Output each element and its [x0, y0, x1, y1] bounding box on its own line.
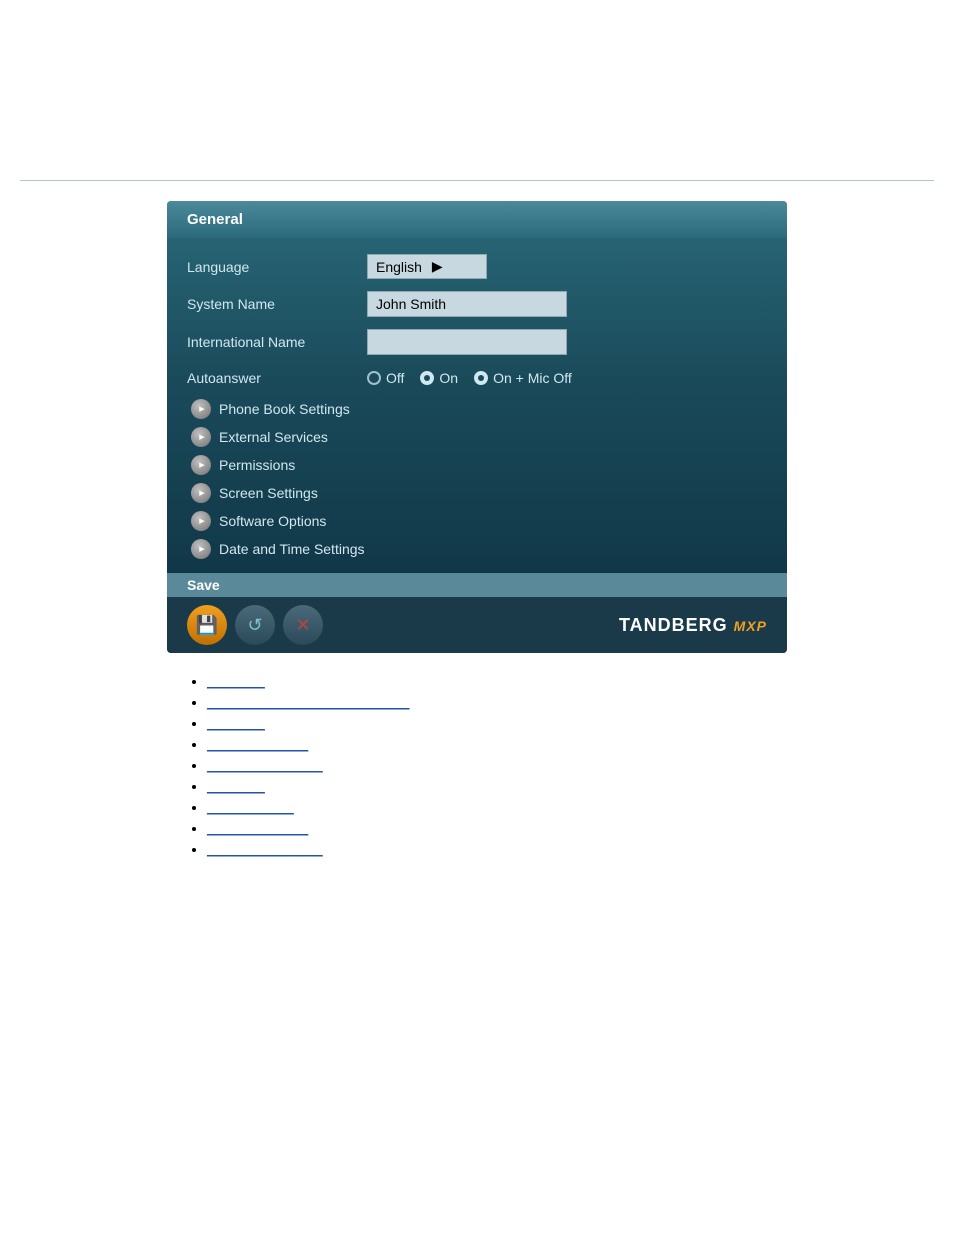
close-button[interactable]: ✕ [283, 605, 323, 645]
phone-book-settings-icon [191, 399, 211, 419]
international-name-input[interactable] [367, 329, 567, 355]
list-item: ____________________________ [207, 694, 787, 710]
external-services-label: External Services [219, 429, 328, 445]
screen-settings-item[interactable]: Screen Settings [167, 479, 787, 507]
list-item: ________ [207, 673, 787, 689]
panel-body: Language English ▶ System Name Internati… [167, 238, 787, 573]
brand-name: TANDBERG [619, 615, 728, 635]
software-options-label: Software Options [219, 513, 326, 529]
permissions-item[interactable]: Permissions [167, 451, 787, 479]
external-services-item[interactable]: External Services [167, 423, 787, 451]
autoanswer-off-option[interactable]: Off [367, 370, 404, 386]
permissions-icon [191, 455, 211, 475]
external-services-icon [191, 427, 211, 447]
phone-book-settings-item[interactable]: Phone Book Settings [167, 395, 787, 423]
autoanswer-on-mic-off-option[interactable]: On + Mic Off [474, 370, 572, 386]
autoanswer-value-area: Off On On + Mic Off [367, 370, 767, 386]
settings-panel: General Language English ▶ System Name [167, 201, 787, 653]
autoanswer-radio-group: Off On On + Mic Off [367, 370, 572, 386]
panel-title: General [187, 211, 243, 228]
link-9[interactable]: ________________ [207, 842, 323, 857]
autoanswer-on-option[interactable]: On [420, 370, 458, 386]
brand-logo: TANDBERG MXP [619, 615, 767, 636]
autoanswer-off-radio[interactable] [367, 371, 381, 385]
list-item: ________ [207, 778, 787, 794]
autoanswer-on-label: On [439, 370, 458, 386]
autoanswer-on-mic-off-label: On + Mic Off [493, 370, 572, 386]
language-value: English [376, 259, 422, 275]
system-name-input[interactable] [367, 291, 567, 317]
date-time-settings-label: Date and Time Settings [219, 541, 365, 557]
reset-button[interactable]: ↺ [235, 605, 275, 645]
screen-settings-icon [191, 483, 211, 503]
link-4[interactable]: ______________ [207, 737, 308, 752]
save-bar: Save [167, 573, 787, 597]
autoanswer-label: Autoanswer [187, 370, 367, 386]
toolbar-buttons: 💾 ↺ ✕ [187, 605, 323, 645]
software-options-item[interactable]: Software Options [167, 507, 787, 535]
brand-suffix: MXP [734, 618, 767, 634]
autoanswer-on-mic-off-radio[interactable] [474, 371, 488, 385]
phone-book-settings-label: Phone Book Settings [219, 401, 350, 417]
international-name-label: International Name [187, 334, 367, 350]
international-name-row: International Name [167, 323, 787, 361]
link-7[interactable]: ____________ [207, 800, 294, 815]
language-value-area: English ▶ [367, 254, 767, 279]
software-options-icon [191, 511, 211, 531]
date-time-settings-icon [191, 539, 211, 559]
link-6[interactable]: ________ [207, 779, 265, 794]
link-1[interactable]: ________ [207, 674, 265, 689]
list-item: ________________ [207, 757, 787, 773]
language-row: Language English ▶ [167, 248, 787, 285]
list-item: ____________ [207, 799, 787, 815]
panel-header: General [167, 201, 787, 238]
links-section: ________ ____________________________ __… [167, 673, 787, 857]
link-3[interactable]: ________ [207, 716, 265, 731]
link-8[interactable]: ______________ [207, 821, 308, 836]
date-time-settings-item[interactable]: Date and Time Settings [167, 535, 787, 563]
system-name-label: System Name [187, 296, 367, 312]
list-item: ______________ [207, 820, 787, 836]
language-dropdown[interactable]: English ▶ [367, 254, 487, 279]
list-item: ______________ [207, 736, 787, 752]
permissions-label: Permissions [219, 457, 295, 473]
language-label: Language [187, 259, 367, 275]
system-name-value-area [367, 291, 767, 317]
save-button[interactable]: 💾 [187, 605, 227, 645]
system-name-row: System Name [167, 285, 787, 323]
link-5[interactable]: ________________ [207, 758, 323, 773]
list-item: ________________ [207, 841, 787, 857]
international-name-value-area [367, 329, 767, 355]
save-bar-label: Save [187, 577, 220, 593]
link-2[interactable]: ____________________________ [207, 695, 409, 710]
screen-settings-label: Screen Settings [219, 485, 318, 501]
autoanswer-off-label: Off [386, 370, 404, 386]
toolbar: 💾 ↺ ✕ TANDBERG MXP [167, 597, 787, 653]
autoanswer-on-radio[interactable] [420, 371, 434, 385]
autoanswer-row: Autoanswer Off On On + Mic O [167, 361, 787, 395]
links-list: ________ ____________________________ __… [187, 673, 787, 857]
list-item: ________ [207, 715, 787, 731]
dropdown-arrow-icon: ▶ [432, 258, 443, 275]
